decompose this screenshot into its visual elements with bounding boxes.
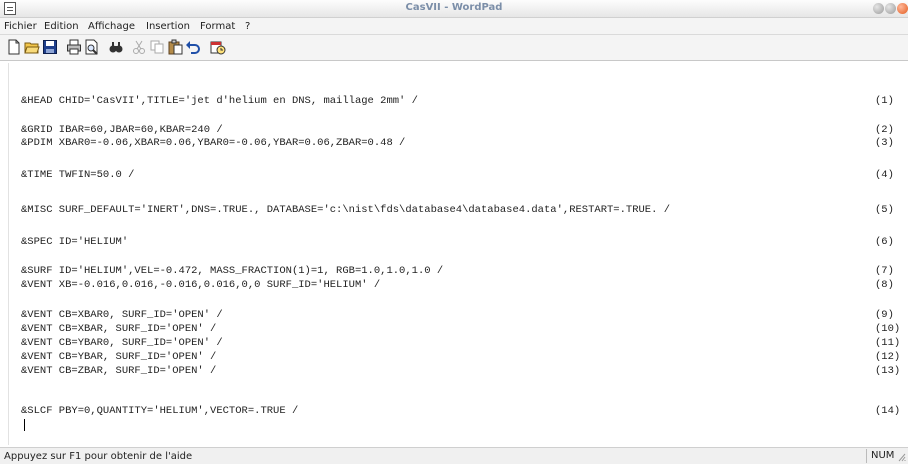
line-number: (3) (875, 137, 894, 149)
code-line: &VENT CB=YBAR0, SURF_ID='OPEN' / (21, 337, 223, 349)
code-line: &VENT CB=XBAR, SURF_ID='OPEN' / (21, 323, 217, 335)
window-title: CasVII - WordPad (405, 2, 503, 13)
title-bar[interactable]: CasVII - WordPad (0, 0, 908, 18)
code-line: &HEAD CHID='CasVII',TITLE='jet d'helium … (21, 95, 418, 107)
close-button[interactable] (897, 3, 908, 14)
toolbar (0, 35, 908, 61)
print-icon[interactable] (66, 39, 82, 55)
maximize-button[interactable] (885, 3, 896, 14)
line-number: (7) (875, 265, 894, 277)
status-help-text: Appuyez sur F1 pour obtenir de l'aide (4, 451, 193, 462)
document-area[interactable]: &HEAD CHID='CasVII',TITLE='jet d'helium … (8, 63, 900, 445)
undo-icon[interactable] (185, 39, 201, 55)
menu-format[interactable]: Format (200, 21, 235, 32)
line-number: (11) (875, 337, 901, 349)
code-line: &SPEC ID='HELIUM' (21, 236, 129, 248)
menu-affichage[interactable]: Affichage (88, 21, 135, 32)
line-number: (13) (875, 365, 901, 377)
line-number: (6) (875, 236, 894, 248)
line-number: (8) (875, 279, 894, 291)
code-line: &VENT CB=YBAR, SURF_ID='OPEN' / (21, 351, 217, 363)
code-line: &VENT CB=XBAR0, SURF_ID='OPEN' / (21, 309, 223, 321)
menu-bar: Fichier Edition Affichage Insertion Form… (0, 18, 908, 35)
line-number: (1) (875, 95, 894, 107)
print-preview-icon[interactable] (84, 39, 100, 55)
line-number: (14) (875, 405, 901, 417)
code-line: &MISC SURF_DEFAULT='INERT',DNS=.TRUE., D… (21, 204, 671, 216)
resize-grip-icon[interactable] (898, 452, 906, 462)
status-bar: Appuyez sur F1 pour obtenir de l'aide NU… (0, 447, 908, 464)
paste-icon[interactable] (167, 39, 183, 55)
line-number: (5) (875, 204, 894, 216)
save-icon[interactable] (42, 39, 58, 55)
menu-insertion[interactable]: Insertion (146, 21, 190, 32)
menu-edition[interactable]: Edition (44, 21, 79, 32)
menu-fichier[interactable]: Fichier (4, 21, 37, 32)
cut-icon[interactable] (131, 39, 147, 55)
line-number: (2) (875, 124, 894, 136)
line-number: (12) (875, 351, 901, 363)
code-line: &SURF ID='HELIUM',VEL=-0.472, MASS_FRACT… (21, 265, 444, 277)
line-number: (10) (875, 323, 901, 335)
line-number: (4) (875, 169, 894, 181)
line-number: (9) (875, 309, 894, 321)
num-lock-indicator: NUM (866, 449, 896, 463)
code-line: &SLCF PBY=0,QUANTITY='HELIUM',VECTOR=.TR… (21, 405, 299, 417)
code-line: &PDIM XBAR0=-0.06,XBAR=0.06,YBAR0=-0.06,… (21, 137, 406, 149)
find-icon[interactable] (108, 39, 124, 55)
open-folder-icon[interactable] (24, 39, 40, 55)
text-caret (24, 419, 25, 431)
new-document-icon[interactable] (6, 39, 22, 55)
copy-icon[interactable] (149, 39, 165, 55)
menu-help[interactable]: ? (245, 21, 250, 32)
insert-datetime-icon[interactable] (210, 39, 226, 55)
code-line: &TIME TWFIN=50.0 / (21, 169, 135, 181)
code-line: &VENT CB=ZBAR, SURF_ID='OPEN' / (21, 365, 217, 377)
code-line: &GRID IBAR=60,JBAR=60,KBAR=240 / (21, 124, 223, 136)
minimize-button[interactable] (873, 3, 884, 14)
code-line: &VENT XB=-0.016,0.016,-0.016,0.016,0,0 S… (21, 279, 381, 291)
